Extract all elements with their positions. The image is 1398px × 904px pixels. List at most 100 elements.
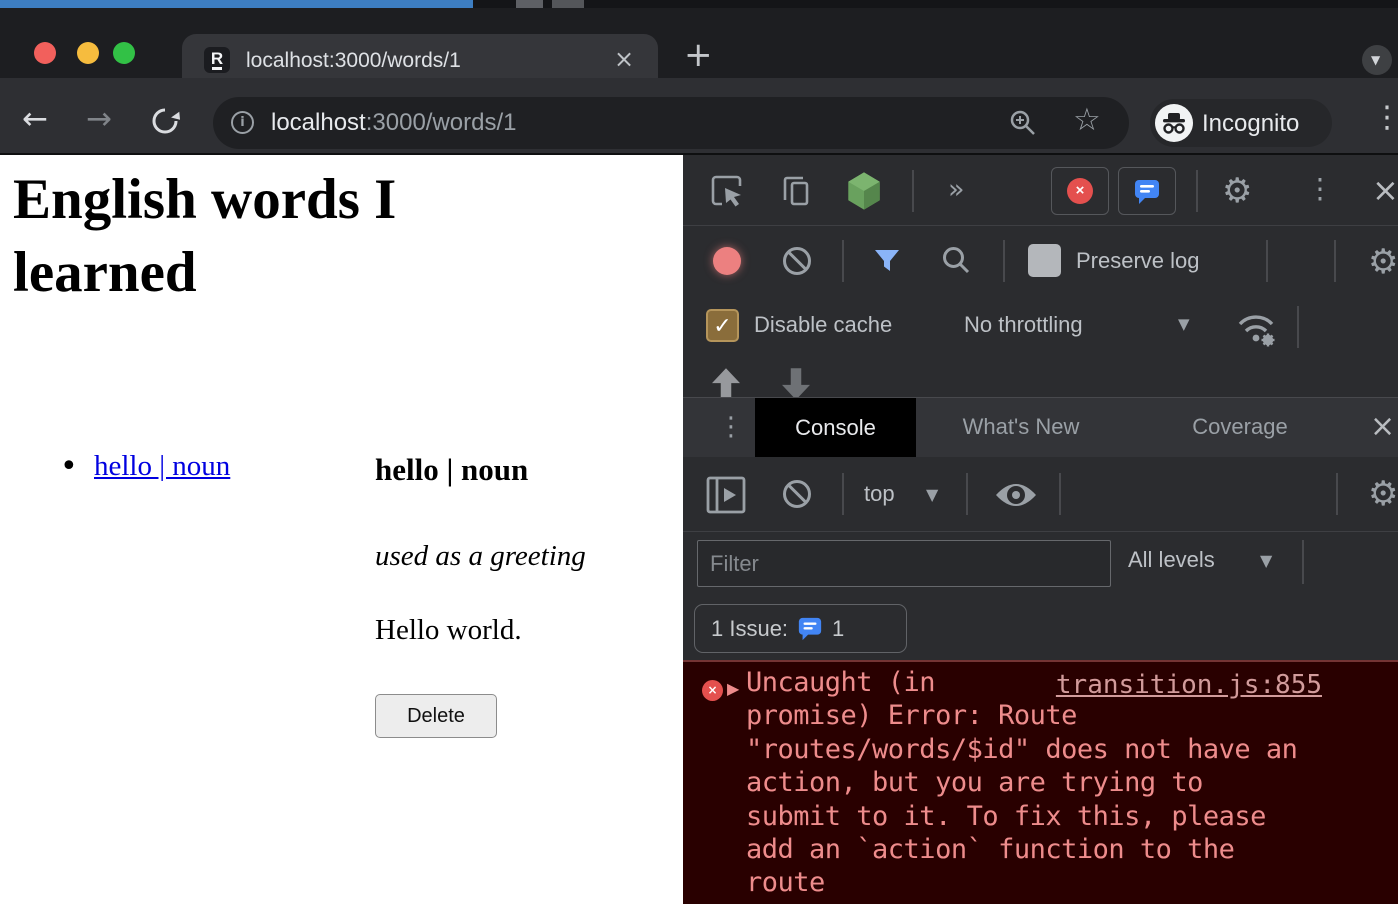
expand-triangle-icon[interactable]: ▶: [727, 681, 739, 697]
page-content: English words I learned • hello | noun h…: [0, 155, 683, 904]
tab-console[interactable]: Console: [755, 398, 916, 457]
browser-menu-button[interactable]: ⋮: [1372, 103, 1398, 133]
incognito-label: Incognito: [1202, 110, 1299, 138]
traffic-light-minimize[interactable]: [77, 42, 99, 64]
reload-icon: [150, 106, 180, 136]
issues-panel-button[interactable]: [1118, 167, 1176, 215]
divider: [1266, 240, 1268, 282]
devtools-menu-button[interactable]: ⋮: [1306, 175, 1334, 203]
traffic-light-zoom[interactable]: [113, 42, 135, 64]
clear-network-button[interactable]: [783, 247, 811, 275]
preserve-log-checkbox[interactable]: [1028, 244, 1061, 277]
word-definition: used as a greeting: [375, 540, 586, 573]
console-sidebar-icon: [706, 476, 746, 514]
desktop-strip: [0, 0, 1398, 8]
console-issues-row: 1 Issue: 1: [683, 597, 1398, 660]
divider: [912, 170, 914, 212]
site-info-icon[interactable]: i: [231, 111, 254, 134]
search-icon: [941, 245, 971, 275]
page-title: English words I learned: [13, 163, 573, 309]
devtools-close-icon[interactable]: ×: [1372, 174, 1398, 206]
tab-title: localhost:3000/words/1: [246, 49, 461, 73]
back-button[interactable]: ←: [22, 104, 48, 135]
zoom-icon: [1009, 109, 1037, 137]
preserve-log-label: Preserve log: [1076, 248, 1200, 274]
filter-funnel-icon: [872, 246, 902, 276]
incognito-avatar: [1155, 104, 1193, 142]
browser-window: R localhost:3000/words/1 × + ▼ ← → i loc…: [0, 0, 1398, 904]
settings-gear-icon[interactable]: ⚙: [1222, 174, 1252, 208]
console-filter-row: All levels ▼: [683, 532, 1398, 597]
remix-favicon-icon: R: [204, 47, 230, 73]
drawer-menu-button[interactable]: ⋮: [718, 414, 744, 440]
error-text: Uncaught (in promise) Error: Route "rout…: [746, 666, 1297, 900]
network-conditions-wifi-icon: [1232, 306, 1280, 350]
divider: [1302, 540, 1304, 584]
clear-console-button[interactable]: [783, 480, 811, 508]
tab-whats-new[interactable]: What's New: [940, 414, 1102, 440]
divider: [966, 473, 968, 515]
tab-close-icon[interactable]: ×: [614, 47, 634, 71]
network-conditions-button[interactable]: [1232, 306, 1280, 350]
network-filter-button[interactable]: [872, 246, 902, 276]
more-panels-button[interactable]: »: [948, 176, 965, 203]
import-har-up-arrow-icon: [712, 368, 740, 397]
error-count-button[interactable]: ×: [1051, 167, 1109, 215]
drawer-close-icon[interactable]: ×: [1370, 412, 1395, 442]
divider: [1336, 473, 1338, 515]
eye-icon: [994, 479, 1038, 511]
disable-cache-label: Disable cache: [754, 312, 892, 338]
address-bar[interactable]: i localhost:3000/words/1 ☆: [213, 97, 1129, 149]
tab-coverage[interactable]: Coverage: [1160, 414, 1320, 440]
live-expression-button[interactable]: [994, 479, 1038, 511]
nodejs-icon: [845, 171, 883, 211]
console-sidebar-toggle[interactable]: [706, 476, 746, 514]
device-toolbar-button[interactable]: [777, 173, 813, 209]
incognito-badge[interactable]: Incognito: [1150, 99, 1332, 147]
issues-chat-icon: [1133, 178, 1161, 206]
disable-cache-checkbox[interactable]: ✓: [706, 309, 739, 342]
delete-button[interactable]: Delete: [375, 694, 497, 738]
word-list-link[interactable]: hello | noun: [94, 450, 230, 483]
chevron-down-icon: ▼: [1371, 54, 1380, 66]
throttling-caret-icon[interactable]: ▼: [1178, 317, 1190, 332]
word-term: hello | noun: [375, 452, 528, 488]
error-source-link[interactable]: transition.js:855: [1056, 670, 1322, 700]
network-settings-gear-icon[interactable]: ⚙: [1368, 245, 1398, 279]
divider: [1297, 306, 1299, 348]
issues-chat-icon: [797, 616, 823, 642]
issues-counter-button[interactable]: 1 Issue: 1: [694, 604, 907, 653]
bookmark-star-icon[interactable]: ☆: [1073, 105, 1101, 136]
devtools-main-toolbar: » × ⚙ ⋮ ×: [683, 155, 1398, 226]
new-tab-button[interactable]: +: [684, 38, 713, 72]
console-toolbar: top ▼ ⚙: [683, 457, 1398, 532]
tab-search-button[interactable]: ▼: [1362, 45, 1392, 75]
inspect-cursor-icon: [708, 172, 746, 210]
reload-button[interactable]: [150, 106, 180, 136]
context-caret-icon[interactable]: ▼: [926, 487, 938, 503]
desktop-strip-gray2: [552, 0, 584, 8]
record-network-button[interactable]: [713, 247, 741, 275]
console-error-message[interactable]: × ▶ Uncaught (in promise) Error: Route "…: [683, 660, 1398, 904]
inspect-element-button[interactable]: [708, 172, 746, 210]
incognito-icon: [1155, 104, 1193, 142]
console-filter-input[interactable]: [697, 540, 1111, 587]
context-selector[interactable]: top: [864, 481, 895, 507]
word-example: Hello world.: [375, 614, 522, 647]
node-hexagon-icon: [845, 171, 883, 211]
network-search-button[interactable]: [941, 245, 971, 275]
log-levels-select[interactable]: All levels: [1128, 547, 1215, 573]
divider: [1003, 240, 1005, 282]
tab-console-label: Console: [755, 398, 916, 457]
levels-caret-icon[interactable]: ▼: [1260, 553, 1272, 569]
forward-button[interactable]: →: [86, 104, 112, 135]
tab-strip: R localhost:3000/words/1 × + ▼: [0, 8, 1398, 78]
drawer-tab-bar: ⋮ Console What's New Coverage ×: [683, 397, 1398, 457]
traffic-light-close[interactable]: [34, 42, 56, 64]
console-settings-gear-icon[interactable]: ⚙: [1368, 477, 1398, 511]
export-har-down-arrow-icon: [782, 368, 810, 397]
divider: [1334, 240, 1336, 282]
throttling-select[interactable]: No throttling: [964, 312, 1083, 338]
divider: [1059, 473, 1061, 515]
zoom-button[interactable]: [1009, 109, 1037, 137]
